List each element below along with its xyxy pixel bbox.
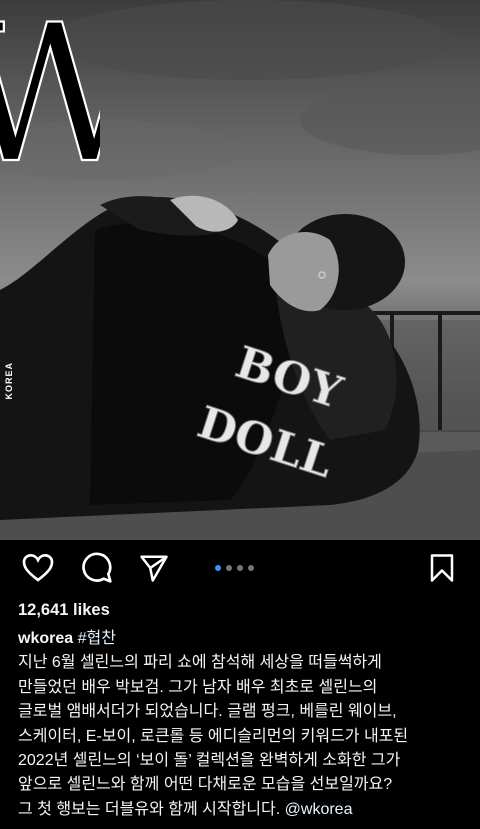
caption-line: 그 첫 행보는 더블유와 함께 시작합니다. bbox=[18, 800, 281, 818]
logo-letter: W bbox=[0, 0, 100, 180]
caption-line: 만들었던 배우 박보검. 그가 남자 배우 최초로 셀린느의 bbox=[18, 678, 378, 696]
bookmark-icon[interactable] bbox=[424, 548, 460, 588]
caption-line: 앞으로 셀린느와 함께 어떤 다채로운 모습을 선보일까요? bbox=[18, 776, 393, 794]
w-magazine-logo: W bbox=[0, 0, 100, 180]
carousel-dot[interactable] bbox=[215, 565, 221, 571]
caption-username[interactable]: wkorea bbox=[18, 630, 73, 647]
caption-line: 글로벌 앰배서더가 되었습니다. 글램 펑크, 베를린 웨이브, bbox=[18, 703, 397, 721]
post-image[interactable]: BOY DOLL W KOREA bbox=[0, 0, 480, 540]
likes-count[interactable]: 12,641 likes bbox=[18, 601, 110, 620]
carousel-indicator bbox=[215, 565, 254, 571]
send-icon[interactable] bbox=[136, 548, 172, 588]
caption-line: 2022년 셀린느의 ‘보이 돌’ 컬렉션을 완벽하게 소화한 그가 bbox=[18, 752, 401, 770]
post-caption: wkorea #협찬 지난 6월 셀린느의 파리 쇼에 참석해 세상을 떠들썩하… bbox=[18, 627, 468, 822]
heart-icon[interactable] bbox=[20, 548, 56, 588]
logo-korea-label: KOREA bbox=[4, 362, 14, 400]
comment-icon[interactable] bbox=[79, 548, 115, 588]
caption-hashtag[interactable]: #협찬 bbox=[78, 630, 116, 647]
carousel-dot[interactable] bbox=[237, 565, 243, 571]
caption-mention[interactable]: @wkorea bbox=[285, 801, 353, 818]
caption-line: 지난 6월 셀린느의 파리 쇼에 참석해 세상을 떠들썩하게 bbox=[18, 654, 382, 672]
carousel-dot[interactable] bbox=[248, 565, 254, 571]
caption-line: 스케이터, E-보이, 로큰롤 등 에디슬리먼의 키워드가 내포된 bbox=[18, 727, 409, 745]
carousel-dot[interactable] bbox=[226, 565, 232, 571]
